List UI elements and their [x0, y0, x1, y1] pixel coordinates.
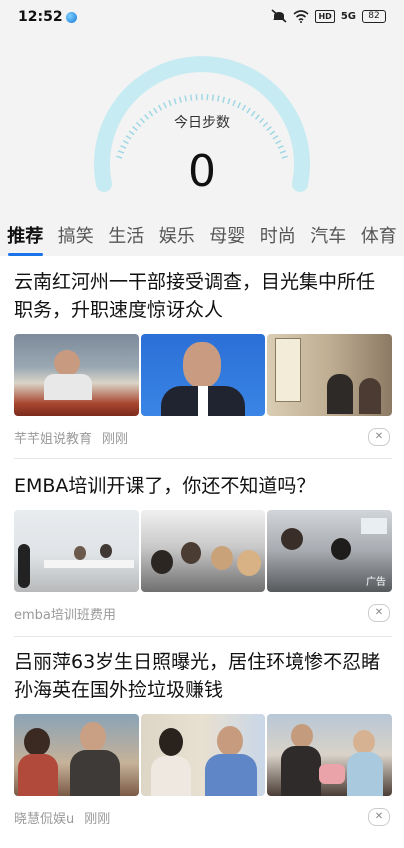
- mute-icon: [271, 9, 288, 23]
- gauge-tick: [232, 100, 236, 107]
- news-meta: 芊芊姐说教育 刚刚: [14, 428, 128, 447]
- gauge-tick: [272, 135, 279, 140]
- tab-baby[interactable]: 母婴: [202, 216, 253, 256]
- tab-funny[interactable]: 搞笑: [51, 216, 102, 256]
- news-meta: emba培训班费用: [14, 604, 116, 623]
- news-time: 刚刚: [102, 432, 129, 447]
- tab-auto[interactable]: 汽车: [303, 216, 354, 256]
- news-image[interactable]: [267, 714, 393, 796]
- news-image[interactable]: [14, 510, 139, 592]
- news-image[interactable]: [140, 714, 266, 796]
- gauge-tick: [275, 139, 282, 145]
- signal-icon: 5G: [340, 10, 356, 22]
- gauge-tick: [211, 94, 215, 101]
- news-source[interactable]: 芊芊姐说教育: [14, 428, 92, 447]
- steps-label: 今日步数: [174, 115, 230, 131]
- ad-label: 广告: [366, 577, 387, 588]
- tab-recommend[interactable]: 推荐: [0, 216, 51, 256]
- gauge-tick: [217, 95, 220, 102]
- gauge-tick: [125, 135, 132, 140]
- status-time: 12:52: [18, 9, 63, 25]
- divider: [14, 636, 392, 637]
- news-image[interactable]: [14, 334, 139, 416]
- gauge-tick: [122, 139, 129, 145]
- news-title[interactable]: 吕丽萍63岁生日照曝光，居住环境惨不忍睹孙海英在国外捡垃圾赚钱: [14, 648, 392, 704]
- gauge-tick: [237, 102, 241, 109]
- tab-entertainment[interactable]: 娱乐: [152, 216, 203, 256]
- gauge-tick: [163, 102, 167, 109]
- news-image[interactable]: [267, 334, 393, 416]
- battery-icon: 82: [362, 9, 386, 23]
- wifi-icon: [293, 9, 310, 23]
- app-notification-icon: [66, 12, 77, 23]
- tab-fashion[interactable]: 时尚: [253, 216, 304, 256]
- status-icons: HD 5G 82: [271, 9, 386, 23]
- gauge-tick: [173, 98, 177, 105]
- dismiss-button[interactable]: ✕: [368, 428, 390, 446]
- steps-value: 0: [188, 146, 216, 197]
- news-image[interactable]: [140, 510, 266, 592]
- news-source[interactable]: 晓慧侃娱u: [14, 808, 74, 827]
- news-image[interactable]: [140, 334, 266, 416]
- gauge-tick: [178, 96, 182, 103]
- gauge-tick: [227, 98, 231, 105]
- dismiss-button[interactable]: ✕: [368, 604, 390, 622]
- news-images[interactable]: [14, 334, 393, 416]
- gauge-tick: [222, 96, 226, 103]
- news-title[interactable]: EMBA培训开课了，你还不知道吗？: [14, 472, 392, 500]
- dismiss-button[interactable]: ✕: [368, 808, 390, 826]
- tab-life[interactable]: 生活: [101, 216, 152, 256]
- news-title[interactable]: 云南红河州一干部接受调查，目光集中所任职务，升职速度惊讶众人: [14, 268, 392, 324]
- gauge-tick: [241, 104, 247, 111]
- status-bar: 12:52 HD 5G 82: [0, 0, 404, 36]
- tab-sports[interactable]: 体育: [354, 216, 404, 256]
- divider: [14, 458, 392, 459]
- news-source[interactable]: emba培训班费用: [14, 604, 116, 623]
- news-item[interactable]: 吕丽萍63岁生日照曝光，居住环境惨不忍睹孙海英在国外捡垃圾赚钱 晓慧侃娱u 刚刚…: [0, 640, 404, 848]
- gauge-tick: [189, 94, 193, 101]
- news-image[interactable]: 广告: [267, 510, 393, 592]
- news-item[interactable]: 云南红河州一干部接受调查，目光集中所任职务，升职速度惊讶众人 芊芊姐说教育 刚刚…: [0, 256, 404, 456]
- hd-icon: HD: [315, 9, 335, 23]
- news-meta: 晓慧侃娱u 刚刚: [14, 808, 110, 827]
- gauge-tick: [168, 100, 172, 107]
- ad-item[interactable]: EMBA培训开课了，你还不知道吗？ 广告 emba培训班费用 ✕: [0, 460, 404, 635]
- news-image[interactable]: [14, 714, 139, 796]
- news-time: 刚刚: [84, 812, 111, 827]
- news-images[interactable]: 广告: [14, 510, 393, 592]
- gauge-tick: [184, 95, 187, 102]
- news-images[interactable]: [14, 714, 393, 796]
- category-tabs: 推荐 搞笑 生活 娱乐 母婴 时尚 汽车 体育: [0, 216, 404, 256]
- gauge-tick: [157, 104, 163, 111]
